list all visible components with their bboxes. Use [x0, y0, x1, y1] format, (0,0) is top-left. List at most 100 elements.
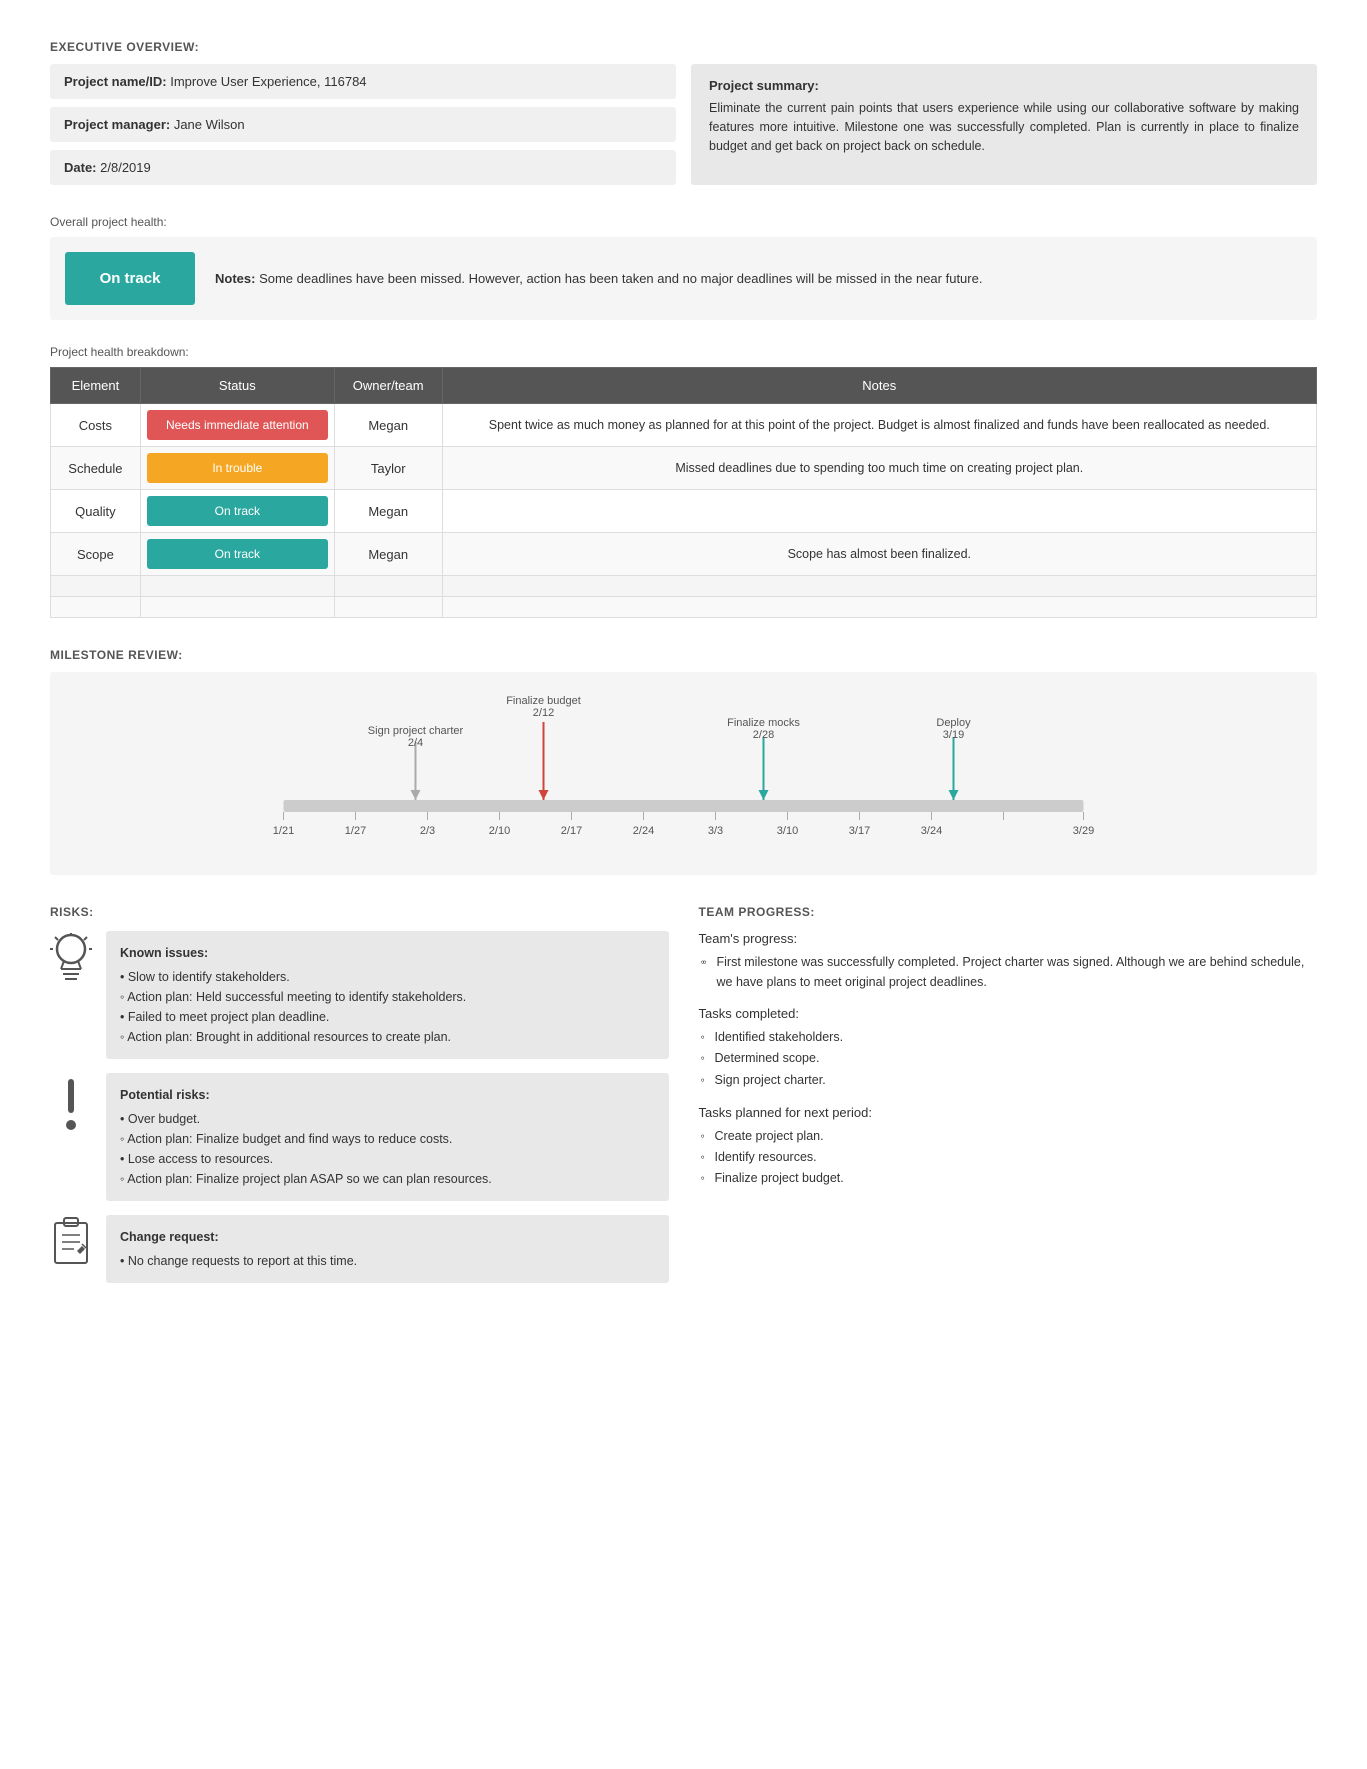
row-status [140, 597, 334, 618]
row-element [51, 597, 141, 618]
bulb-icon [50, 931, 92, 992]
change-request-content: Change request: • No change requests to … [106, 1215, 669, 1283]
potential-risks-text: • Over budget. ◦ Action plan: Finalize b… [120, 1112, 492, 1186]
clipboard-icon [50, 1215, 92, 1270]
team-progress-label: Team's progress: [699, 931, 1318, 946]
milestone-svg: Sign project charter 2/4 Finalize budget… [60, 682, 1307, 862]
row-status: On track [140, 533, 334, 576]
tasks-completed-label: Tasks completed: [699, 1006, 1318, 1021]
row-status: On track [140, 490, 334, 533]
manager-label: Project manager: [64, 117, 170, 132]
row-notes: Spent twice as much money as planned for… [442, 404, 1316, 447]
col-owner: Owner/team [334, 368, 442, 404]
change-request-item: Change request: • No change requests to … [50, 1215, 669, 1283]
breakdown-row [51, 576, 1317, 597]
potential-risks-content: Potential risks: • Over budget. ◦ Action… [106, 1073, 669, 1201]
breakdown-header-row: Element Status Owner/team Notes [51, 368, 1317, 404]
svg-text:2/24: 2/24 [633, 825, 654, 837]
svg-text:Deploy: Deploy [936, 717, 971, 729]
row-owner: Megan [334, 404, 442, 447]
breakdown-row: QualityOn trackMegan [51, 490, 1317, 533]
row-owner: Taylor [334, 447, 442, 490]
milestone-section: MILESTONE REVIEW: Sign project charter 2… [50, 648, 1317, 875]
team-progress-content: First milestone was successfully complet… [717, 955, 1305, 989]
breakdown-row [51, 597, 1317, 618]
known-issues-item: Known issues: • Slow to identify stakeho… [50, 931, 669, 1059]
date-label: Date: [64, 160, 97, 175]
svg-text:2/3: 2/3 [420, 825, 435, 837]
team-progress-subsection: Team's progress: ◦ First milestone was s… [699, 931, 1318, 992]
row-owner: Megan [334, 533, 442, 576]
executive-section: EXECUTIVE OVERVIEW: Project name/ID: Imp… [50, 40, 1317, 185]
executive-left: Project name/ID: Improve User Experience… [50, 64, 676, 185]
notes-label: Notes: [215, 271, 255, 286]
list-item: Finalize project budget. [715, 1168, 1318, 1189]
executive-right: Project summary: Eliminate the current p… [691, 64, 1317, 185]
col-notes: Notes [442, 368, 1316, 404]
breakdown-label: Project health breakdown: [50, 345, 1317, 359]
project-name-label: Project name/ID: [64, 74, 167, 89]
milestone-chart-container: Sign project charter 2/4 Finalize budget… [50, 672, 1317, 875]
tasks-planned-subsection: Tasks planned for next period: Create pr… [699, 1105, 1318, 1190]
executive-grid: Project name/ID: Improve User Experience… [50, 64, 1317, 185]
date-value: 2/8/2019 [100, 160, 151, 175]
list-item: Sign project charter. [715, 1070, 1318, 1091]
svg-text:1/27: 1/27 [345, 825, 366, 837]
row-element: Quality [51, 490, 141, 533]
executive-title: EXECUTIVE OVERVIEW: [50, 40, 1317, 54]
potential-risks-title: Potential risks: [120, 1085, 655, 1105]
known-issues-title: Known issues: [120, 943, 655, 963]
svg-text:3/29: 3/29 [1073, 825, 1094, 837]
known-issues-text: • Slow to identify stakeholders. ◦ Actio… [120, 970, 466, 1044]
svg-text:2/17: 2/17 [561, 825, 582, 837]
row-status: In trouble [140, 447, 334, 490]
change-request-text: • No change requests to report at this t… [120, 1254, 357, 1268]
svg-text:2/4: 2/4 [408, 737, 423, 749]
team-progress-text: ◦ First milestone was successfully compl… [699, 952, 1318, 992]
breakdown-row: ScopeOn trackMeganScope has almost been … [51, 533, 1317, 576]
health-box: On track Notes: Some deadlines have been… [50, 237, 1317, 320]
row-owner [334, 597, 442, 618]
row-element: Scope [51, 533, 141, 576]
milestone-title: MILESTONE REVIEW: [50, 648, 1317, 662]
svg-text:Finalize budget: Finalize budget [506, 695, 581, 707]
row-element: Costs [51, 404, 141, 447]
svg-text:Finalize mocks: Finalize mocks [727, 717, 800, 729]
manager-value: Jane Wilson [174, 117, 245, 132]
bottom-grid: RISKS: Known issues: [50, 905, 1317, 1297]
col-element: Element [51, 368, 141, 404]
row-owner [334, 576, 442, 597]
list-item: Identify resources. [715, 1147, 1318, 1168]
row-notes [442, 597, 1316, 618]
svg-text:2/28: 2/28 [753, 729, 774, 741]
date-field: Date: 2/8/2019 [50, 150, 676, 185]
svg-text:3/19: 3/19 [943, 729, 964, 741]
potential-risks-item: Potential risks: • Over budget. ◦ Action… [50, 1073, 669, 1201]
svg-text:1/21: 1/21 [273, 825, 294, 837]
breakdown-row: ScheduleIn troubleTaylorMissed deadlines… [51, 447, 1317, 490]
notes-text: Some deadlines have been missed. However… [259, 271, 982, 286]
breakdown-row: CostsNeeds immediate attentionMeganSpent… [51, 404, 1317, 447]
breakdown-section: Project health breakdown: Element Status… [50, 345, 1317, 618]
health-label: Overall project health: [50, 215, 1317, 229]
tasks-completed-subsection: Tasks completed: Identified stakeholders… [699, 1006, 1318, 1091]
svg-text:3/3: 3/3 [708, 825, 723, 837]
list-item: Identified stakeholders. [715, 1027, 1318, 1048]
row-notes: Scope has almost been finalized. [442, 533, 1316, 576]
row-status [140, 576, 334, 597]
svg-text:3/17: 3/17 [849, 825, 870, 837]
row-notes [442, 576, 1316, 597]
svg-text:3/24: 3/24 [921, 825, 942, 837]
row-status: Needs immediate attention [140, 404, 334, 447]
summary-text: Eliminate the current pain points that u… [709, 99, 1299, 155]
team-title: TEAM PROGRESS: [699, 905, 1318, 919]
exclaim-icon [50, 1073, 92, 1135]
health-section: Overall project health: On track Notes: … [50, 215, 1317, 320]
svg-text:Sign project charter: Sign project charter [368, 725, 464, 737]
team-section: TEAM PROGRESS: Team's progress: ◦ First … [699, 905, 1318, 1297]
row-owner: Megan [334, 490, 442, 533]
health-status-badge: On track [65, 252, 195, 305]
breakdown-table: Element Status Owner/team Notes CostsNee… [50, 367, 1317, 618]
project-name-value: Improve User Experience, 116784 [170, 74, 366, 89]
summary-title: Project summary: [709, 78, 1299, 93]
